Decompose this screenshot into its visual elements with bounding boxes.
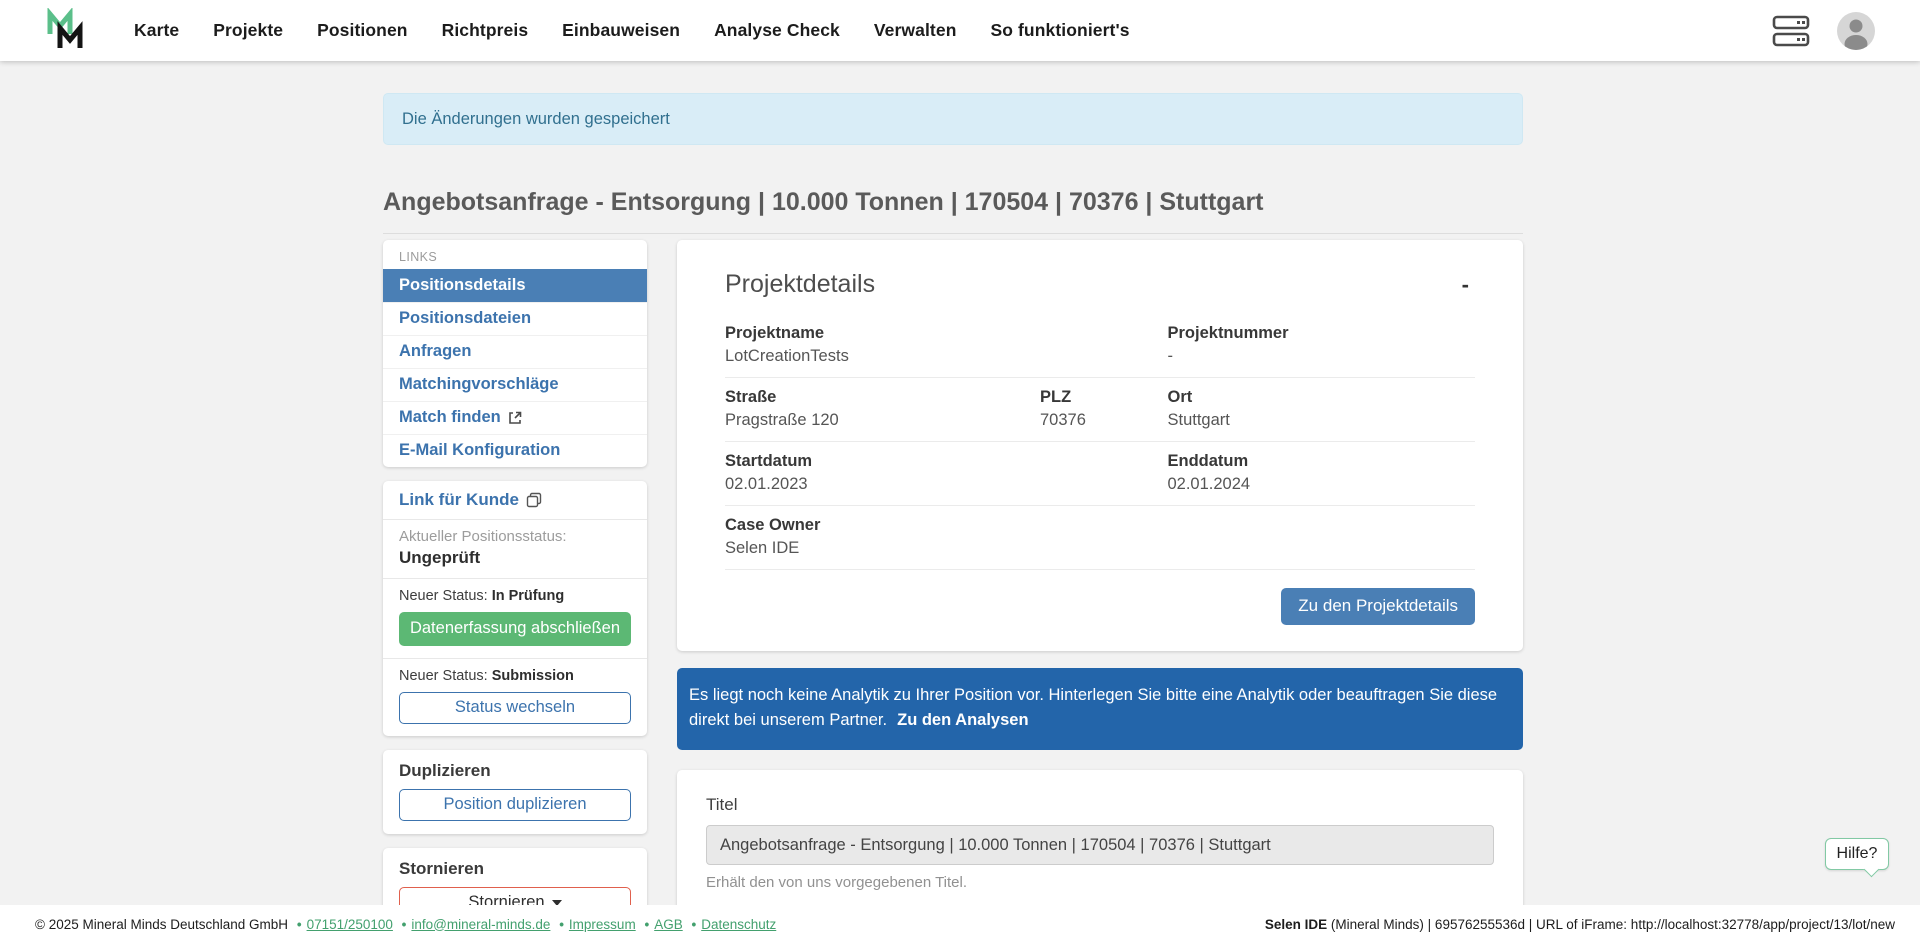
nav-item-so-funktionierts[interactable]: So funktioniert's bbox=[990, 20, 1129, 41]
footer-link-email[interactable]: info@mineral-minds.de bbox=[411, 917, 550, 932]
sidebar-item-match-finden[interactable]: Match finden bbox=[383, 401, 647, 434]
titel-helper: Erhält den von uns vorgegebenen Titel. bbox=[706, 874, 1494, 891]
top-navbar: Karte Projekte Positionen Richtpreis Ein… bbox=[0, 0, 1920, 61]
nav-item-richtpreis[interactable]: Richtpreis bbox=[442, 20, 529, 41]
analytics-banner: Es liegt noch keine Analytik zu Ihrer Po… bbox=[677, 668, 1523, 750]
footer-session-info: Selen IDE (Mineral Minds) | 69576255536d… bbox=[1265, 917, 1895, 932]
main-navigation: Karte Projekte Positionen Richtpreis Ein… bbox=[134, 20, 1130, 41]
nav-item-analyse-check[interactable]: Analyse Check bbox=[714, 20, 840, 41]
page-title: Angebotsanfrage - Entsorgung | 10.000 To… bbox=[383, 188, 1523, 234]
footer-link-impressum[interactable]: Impressum bbox=[569, 917, 636, 932]
help-button[interactable]: Hilfe? bbox=[1825, 838, 1889, 870]
sidebar-item-positionsdetails[interactable]: Positionsdetails bbox=[383, 269, 647, 302]
project-details-card: Projektdetails - Projektname LotCreation… bbox=[677, 240, 1523, 651]
project-row: Startdatum 02.01.2023 Enddatum 02.01.202… bbox=[725, 442, 1475, 506]
field-value: Selen IDE bbox=[725, 539, 1475, 558]
new-status-prefix: Neuer Status: bbox=[399, 588, 488, 604]
current-status-value: Ungeprüft bbox=[399, 548, 631, 568]
sidebar: LINKS Positionsdetails Positionsdateien … bbox=[383, 240, 647, 943]
field-label: Case Owner bbox=[725, 516, 1475, 535]
field-value: 70376 bbox=[1040, 411, 1168, 430]
field-value: Stuttgart bbox=[1168, 411, 1476, 430]
new-status-prefix: Neuer Status: bbox=[399, 668, 488, 684]
nav-item-verwalten[interactable]: Verwalten bbox=[874, 20, 957, 41]
project-row: Straße Pragstraße 120 PLZ 70376 Ort Stut… bbox=[725, 378, 1475, 442]
new-status-value: In Prüfung bbox=[492, 588, 565, 604]
banner-text: Es liegt noch keine Analytik zu Ihrer Po… bbox=[689, 686, 1497, 729]
footer: © 2025 Mineral Minds Deutschland GmbH •0… bbox=[0, 905, 1920, 943]
field-value: LotCreationTests bbox=[725, 347, 1168, 366]
collapse-card-button[interactable]: - bbox=[1456, 270, 1475, 300]
server-stack-icon[interactable] bbox=[1772, 14, 1810, 48]
current-status-block: Aktueller Positionsstatus: Ungeprüft bbox=[383, 520, 647, 579]
zu-den-projektdetails-button[interactable]: Zu den Projektdetails bbox=[1281, 588, 1475, 625]
titel-label: Titel bbox=[706, 795, 1494, 815]
new-status-value: Submission bbox=[492, 668, 574, 684]
copy-icon[interactable] bbox=[526, 492, 542, 508]
current-status-label: Aktueller Positionsstatus: bbox=[399, 528, 631, 545]
success-alert: Die Änderungen wurden gespeichert bbox=[383, 93, 1523, 145]
status-wechseln-button[interactable]: Status wechseln bbox=[399, 692, 631, 724]
links-header: LINKS bbox=[383, 240, 647, 269]
nav-item-einbauweisen[interactable]: Einbauweisen bbox=[562, 20, 680, 41]
user-avatar[interactable] bbox=[1836, 11, 1876, 51]
field-label: Projektnummer bbox=[1168, 324, 1476, 343]
field-label: Enddatum bbox=[1168, 452, 1476, 471]
sidebar-links-list: Positionsdetails Positionsdateien Anfrag… bbox=[383, 269, 647, 467]
sidebar-item-anfragen[interactable]: Anfragen bbox=[383, 335, 647, 368]
duplicate-card: Duplizieren Position duplizieren bbox=[383, 750, 647, 834]
zu-den-analysen-link[interactable]: Zu den Analysen bbox=[897, 711, 1028, 729]
titel-group: Titel Erhält den von uns vorgegebenen Ti… bbox=[706, 795, 1494, 891]
position-duplizieren-button[interactable]: Position duplizieren bbox=[399, 789, 631, 821]
field-value: - bbox=[1168, 347, 1476, 366]
project-row: Projektname LotCreationTests Projektnumm… bbox=[725, 314, 1475, 378]
project-details-title: Projektdetails bbox=[725, 270, 875, 299]
titel-input bbox=[706, 825, 1494, 865]
session-details: (Mineral Minds) | 69576255536d | URL of … bbox=[1327, 917, 1895, 932]
customer-link[interactable]: Link für Kunde bbox=[399, 490, 519, 510]
sidebar-item-email-konfiguration[interactable]: E-Mail Konfiguration bbox=[383, 434, 647, 467]
footer-link-agb[interactable]: AGB bbox=[654, 917, 683, 932]
nav-item-karte[interactable]: Karte bbox=[134, 20, 179, 41]
copyright-text: © 2025 Mineral Minds Deutschland GmbH bbox=[35, 917, 288, 932]
footer-link-phone[interactable]: 07151/250100 bbox=[307, 917, 393, 932]
status-action-2: Neuer Status: Submission Status wechseln bbox=[383, 659, 647, 736]
links-card: LINKS Positionsdetails Positionsdateien … bbox=[383, 240, 647, 467]
nav-item-positionen[interactable]: Positionen bbox=[317, 20, 407, 41]
main-content: Projektdetails - Projektname LotCreation… bbox=[677, 240, 1523, 943]
navbar-actions bbox=[1772, 11, 1876, 51]
cancel-title: Stornieren bbox=[399, 859, 631, 879]
field-label: Startdatum bbox=[725, 452, 1168, 471]
mineral-minds-logo[interactable] bbox=[44, 7, 92, 55]
sidebar-item-matchingvorschlaege[interactable]: Matchingvorschläge bbox=[383, 368, 647, 401]
session-user: Selen IDE bbox=[1265, 917, 1327, 932]
nav-item-projekte[interactable]: Projekte bbox=[213, 20, 283, 41]
footer-left: © 2025 Mineral Minds Deutschland GmbH •0… bbox=[35, 917, 776, 932]
field-value: 02.01.2024 bbox=[1168, 475, 1476, 494]
footer-link-datenschutz[interactable]: Datenschutz bbox=[701, 917, 776, 932]
field-value: Pragstraße 120 bbox=[725, 411, 1040, 430]
status-action-1: Neuer Status: In Prüfung Datenerfassung … bbox=[383, 579, 647, 659]
alert-message: Die Änderungen wurden gespeichert bbox=[402, 110, 670, 129]
sidebar-item-positionsdateien[interactable]: Positionsdateien bbox=[383, 302, 647, 335]
field-label: Projektname bbox=[725, 324, 1168, 343]
duplicate-title: Duplizieren bbox=[399, 761, 631, 781]
field-label: Straße bbox=[725, 388, 1040, 407]
customer-link-row: Link für Kunde bbox=[383, 481, 647, 520]
status-card: Link für Kunde Aktueller Positionsstatus… bbox=[383, 481, 647, 736]
datenerfassung-abschliessen-button[interactable]: Datenerfassung abschließen bbox=[399, 612, 631, 646]
field-label: Ort bbox=[1168, 388, 1476, 407]
project-row: Case Owner Selen IDE bbox=[725, 506, 1475, 570]
field-value: 02.01.2023 bbox=[725, 475, 1168, 494]
help-label: Hilfe? bbox=[1837, 845, 1878, 863]
external-link-icon bbox=[508, 411, 522, 425]
logo-icon bbox=[44, 8, 90, 54]
sidebar-item-label: Match finden bbox=[399, 408, 501, 427]
field-label: PLZ bbox=[1040, 388, 1168, 407]
